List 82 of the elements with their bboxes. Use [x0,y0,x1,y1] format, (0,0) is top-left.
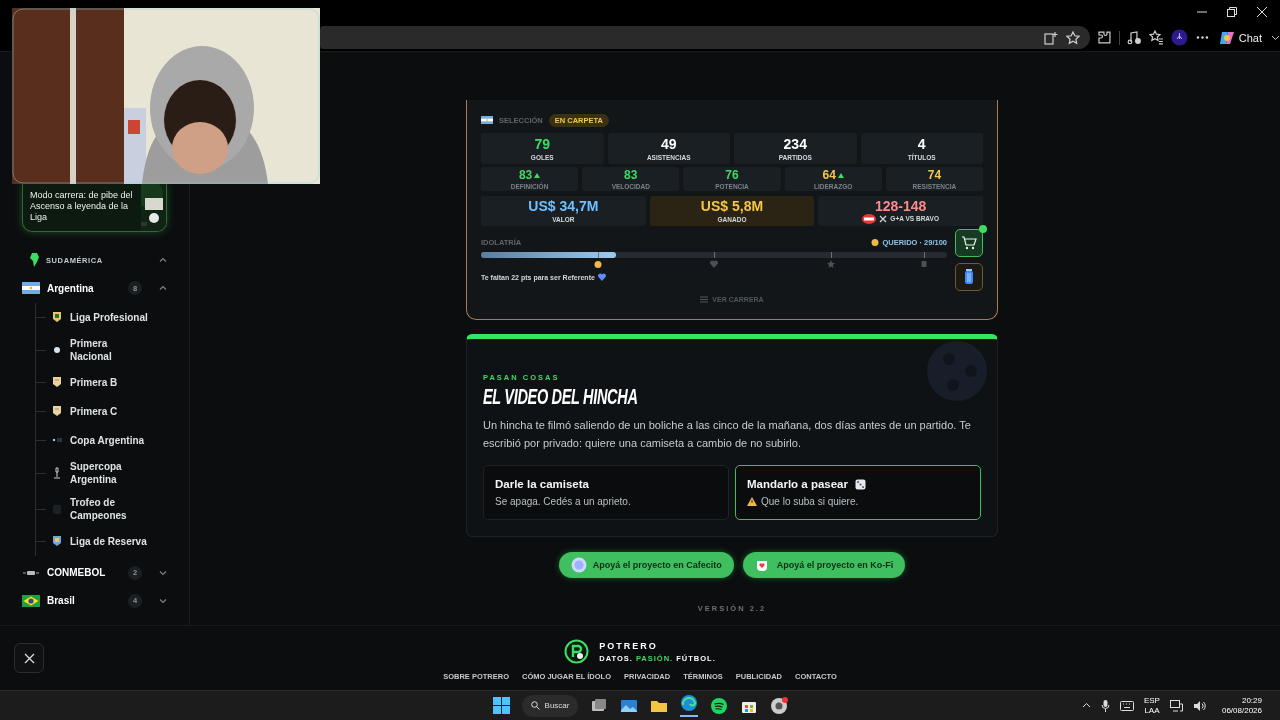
nav-item[interactable]: Primera Nacional [36,331,167,368]
nav-item[interactable]: Trofeo de Campeones [36,490,167,527]
cart-icon [961,236,977,251]
heart-icon [710,260,718,269]
music-app-icon[interactable] [710,696,728,715]
dice-icon [855,478,866,490]
stat-value: 234 [783,136,807,152]
stat-value: 79 [534,136,551,152]
logo-icon [22,568,40,577]
nav-item[interactable]: Liga de Reserva [36,526,167,556]
choice-button[interactable]: Mandarlo a pasear Que lo suba si quiere. [735,465,981,521]
option-title: Darle la camiseta [495,478,589,491]
support-button[interactable]: Apoyá el proyecto en Ko-Fi [742,552,906,579]
jar-icon [964,269,974,286]
option-title: Mandarlo a pasear [747,478,848,491]
attribute-value: 64 [822,168,836,182]
start-icon[interactable] [493,697,510,715]
stat-value: 49 [660,136,677,152]
x-icon [23,652,35,664]
extension-icon[interactable] [1097,30,1113,46]
clock[interactable]: 20:29 06/08/2026 [1221,695,1262,716]
warning-icon [747,497,757,507]
close-icon[interactable] [1256,5,1268,18]
promo-text: Modo carrera: de pibe del Ascenso a leyenda de la Liga [30,190,134,225]
browser-icon[interactable] [680,694,698,713]
brand-name: POTRERO [599,640,659,651]
flag-icon [481,116,493,125]
flag-icon [22,594,40,607]
club-badge-icon [862,213,877,224]
attribute-value: 76 [725,168,739,182]
social-button[interactable] [14,643,44,674]
volume-icon[interactable] [1192,699,1206,712]
money-value: US$ 5,8M [700,199,764,215]
star-icon[interactable] [1066,30,1081,45]
search-button[interactable]: Buscar [522,694,578,717]
attribute-value: 74 [927,168,942,182]
nav-item[interactable]: Copa Argentina [36,425,167,455]
avatar-icon[interactable] [1170,29,1188,47]
star-icon [826,260,835,269]
attribute-value: 83 [518,168,533,182]
map-icon [29,253,39,268]
app-icon[interactable] [1044,30,1059,45]
language-indicator[interactable]: ESP LAA [1143,695,1160,716]
keyboard-icon[interactable] [1119,700,1134,711]
swords-icon [879,214,888,223]
shield-icon [51,535,63,548]
network-icon[interactable] [1169,699,1183,712]
up-arrow-icon [534,172,541,178]
jar-button[interactable] [955,263,983,292]
shield-icon [51,376,63,389]
flag-icon [22,282,40,295]
chat-icon [1218,29,1235,46]
search-icon [530,701,540,711]
microphone-icon[interactable] [1100,699,1110,712]
nav-item[interactable]: Liga Profesional [36,302,167,332]
coin-icon [570,557,587,574]
money-value: US$ 34,7M [528,199,599,215]
chat-button[interactable]: Chat [1216,29,1265,46]
option-note: Que lo suba si quiere. [761,496,859,508]
list-icon [700,296,709,304]
restore-icon[interactable] [1226,5,1238,18]
favorites-icon[interactable] [1149,30,1164,46]
chevron-icon[interactable] [1271,33,1280,43]
attribute-value: 83 [624,168,638,182]
nav-item[interactable]: Primera C [36,396,167,426]
choice-button[interactable]: Darle la camiseta Se apaga. Cedés a un aprieto. [483,465,729,521]
nav-item[interactable]: Primera B [36,367,167,397]
nav-item[interactable]: Supercopa Argentina [36,454,167,491]
shield-icon [51,311,63,324]
shield-icon [51,405,63,418]
option-note: Se apaga. Cedés a un aprieto. [495,496,631,508]
rivalry-score: 128-148 [874,198,927,214]
browser-icon[interactable] [770,696,788,715]
support-button[interactable]: Apoyá el proyecto en Cafecito [558,552,734,579]
logo-icon [564,639,590,665]
music-icon[interactable] [1127,30,1143,46]
event-title: EL VIDEO DEL HINCHA [483,384,638,411]
stat-value: 4 [917,136,926,152]
promo-card[interactable]: Modo carrera: de pibe del Ascenso a leyenda de la Liga [22,184,167,233]
event-text: Un hincha te filmó saliendo de un boliche a las cinco de la mañana, dos días antes de un partido. Te escribió por privado: quiere una camiseta a cambio de no subirlo. [483,418,972,452]
heart-icon [597,273,606,282]
up-arrow-icon [837,172,844,178]
